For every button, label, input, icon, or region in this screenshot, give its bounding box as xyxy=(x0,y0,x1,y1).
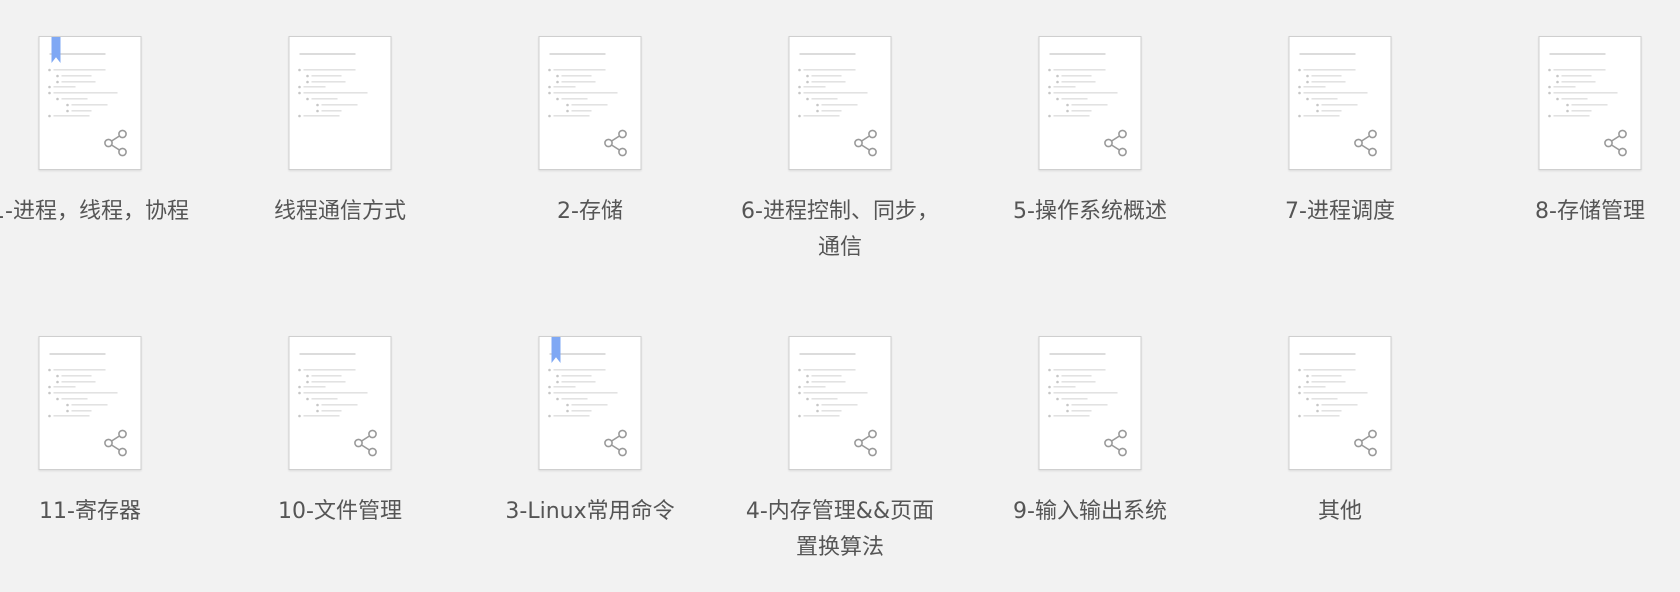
share-icon[interactable] xyxy=(1103,429,1129,457)
share-icon[interactable] xyxy=(1603,129,1629,157)
share-icon[interactable] xyxy=(853,429,879,457)
document-thumbnail[interactable] xyxy=(38,36,142,170)
document-title: 3-Linux常用命令 xyxy=(505,499,675,524)
share-icon[interactable] xyxy=(603,129,629,157)
document-thumbnail[interactable] xyxy=(38,336,142,470)
document-title: 线程通信方式 xyxy=(273,199,406,224)
share-icon[interactable] xyxy=(353,429,379,457)
document-item[interactable]: 11-寄存器 xyxy=(0,336,190,592)
document-item[interactable]: 10-文件管理 xyxy=(240,336,440,592)
document-thumbnail[interactable] xyxy=(1288,36,1392,170)
document-grid: 1-进程，线程，协程 线程通信方式 2-存储 6-进程控制、同步，通信 5-操作系统概述… xyxy=(0,0,1680,592)
document-item[interactable]: 7-进程调度 xyxy=(1240,36,1440,296)
share-icon[interactable] xyxy=(1353,129,1379,157)
document-title: 7-进程调度 xyxy=(1285,199,1395,224)
document-thumbnail[interactable] xyxy=(288,36,392,170)
share-icon[interactable] xyxy=(1353,429,1379,457)
share-icon[interactable] xyxy=(1103,129,1129,157)
document-item[interactable]: 1-进程，线程，协程 xyxy=(0,36,190,296)
document-title: 2-存储 xyxy=(557,199,623,224)
document-title: 4-内存管理&&页面置换算法 xyxy=(745,499,935,560)
document-item[interactable]: 2-存储 xyxy=(490,36,690,296)
document-title: 9-输入输出系统 xyxy=(1013,499,1167,524)
document-thumbnail[interactable] xyxy=(538,36,642,170)
document-item[interactable]: 8-存储管理 xyxy=(1490,36,1680,296)
document-title: 1-进程，线程，协程 xyxy=(0,199,189,224)
share-icon[interactable] xyxy=(103,129,129,157)
document-title: 6-进程控制、同步，通信 xyxy=(741,199,939,260)
document-thumbnail[interactable] xyxy=(1038,336,1142,470)
document-thumbnail[interactable] xyxy=(538,336,642,470)
document-item[interactable]: 5-操作系统概述 xyxy=(990,36,1190,296)
document-thumbnail[interactable] xyxy=(1288,336,1392,470)
document-item[interactable]: 4-内存管理&&页面置换算法 xyxy=(740,336,940,592)
document-thumbnail[interactable] xyxy=(288,336,392,470)
document-thumbnail[interactable] xyxy=(788,36,892,170)
document-item[interactable]: 3-Linux常用命令 xyxy=(490,336,690,592)
document-item[interactable]: 线程通信方式 xyxy=(240,36,440,296)
document-title: 其他 xyxy=(1317,499,1362,524)
document-title: 5-操作系统概述 xyxy=(1013,199,1167,224)
document-item[interactable]: 9-输入输出系统 xyxy=(990,336,1190,592)
document-title: 11-寄存器 xyxy=(39,499,141,524)
share-icon[interactable] xyxy=(103,429,129,457)
share-icon[interactable] xyxy=(853,129,879,157)
document-thumbnail[interactable] xyxy=(788,336,892,470)
thumbnail-preview-lines xyxy=(298,53,368,118)
document-item[interactable]: 其他 xyxy=(1240,336,1440,592)
share-icon[interactable] xyxy=(603,429,629,457)
document-thumbnail[interactable] xyxy=(1038,36,1142,170)
document-title: 10-文件管理 xyxy=(278,499,402,524)
document-title: 8-存储管理 xyxy=(1535,199,1645,224)
document-item[interactable]: 6-进程控制、同步，通信 xyxy=(740,36,940,296)
document-thumbnail[interactable] xyxy=(1538,36,1642,170)
